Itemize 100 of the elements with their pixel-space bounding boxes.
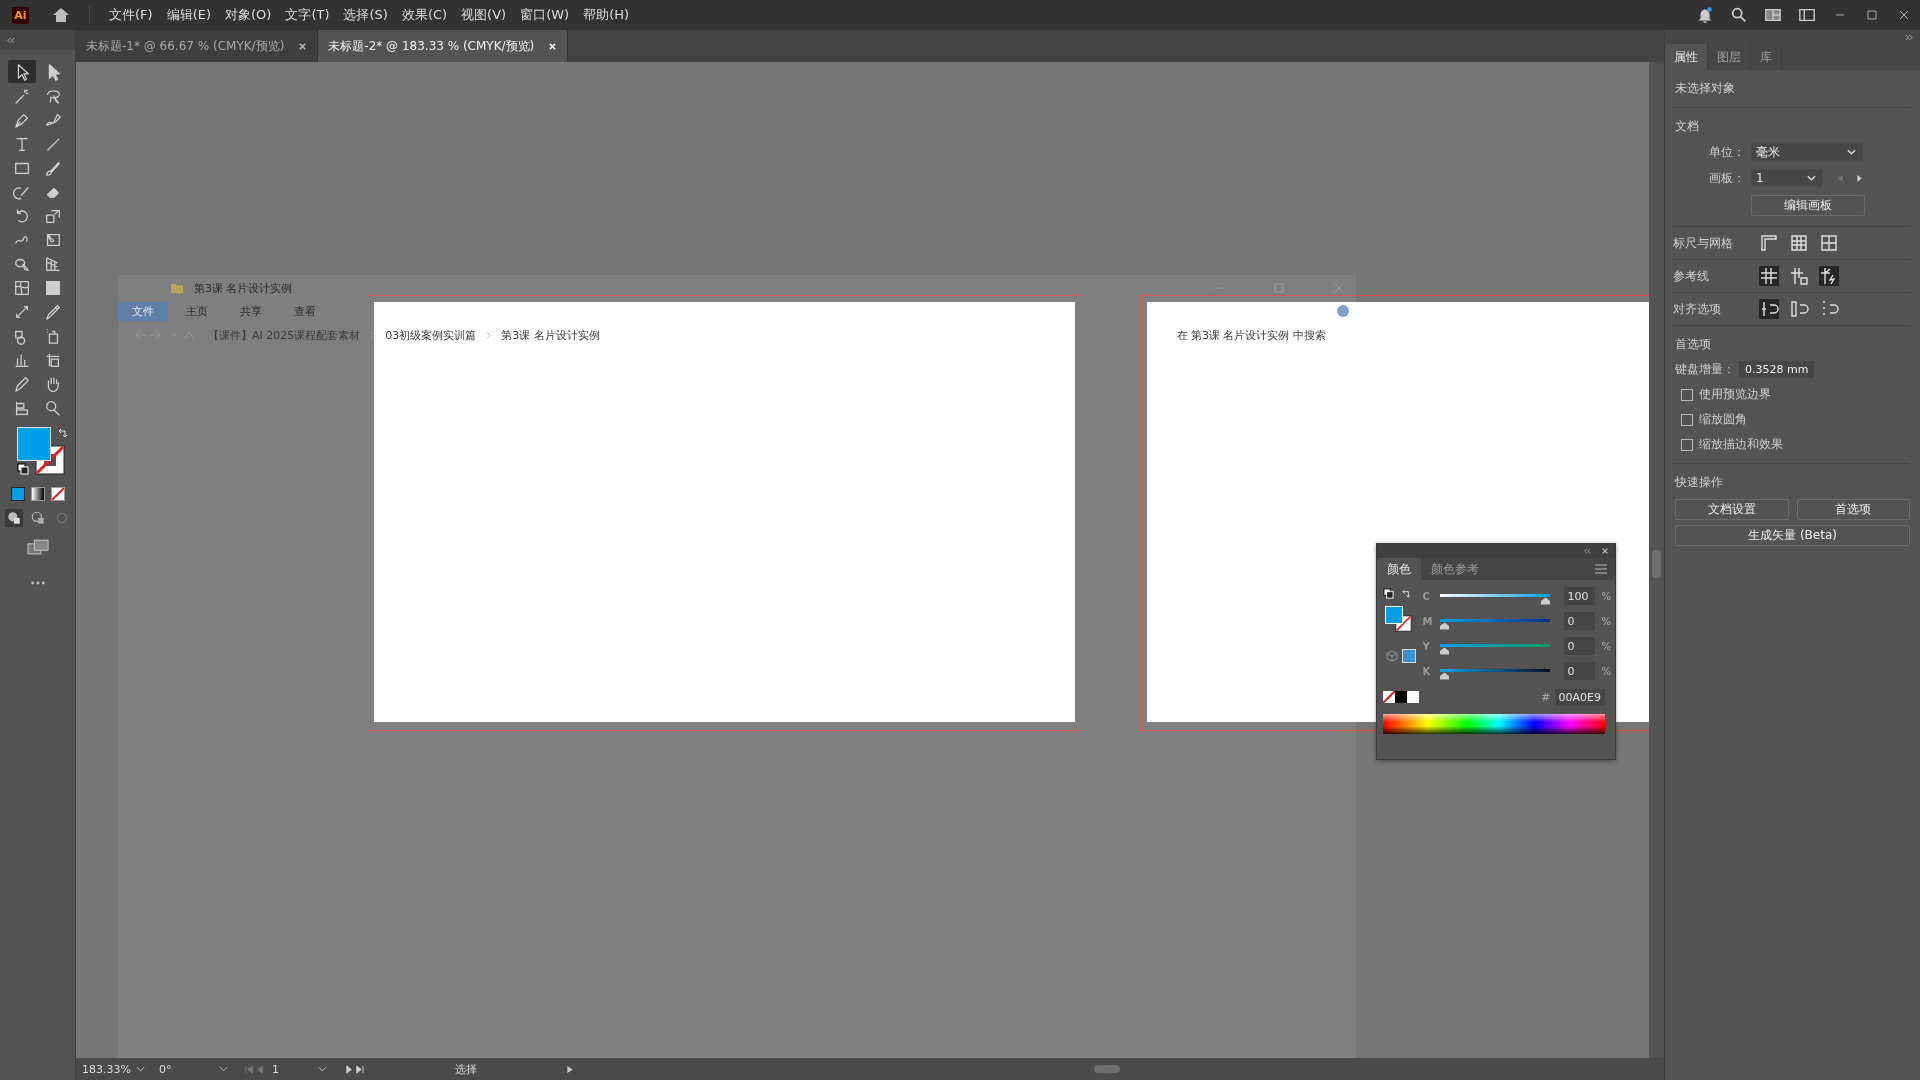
snap-point-icon[interactable] <box>1759 299 1779 319</box>
maximize-icon[interactable] <box>1864 7 1880 23</box>
guides-lock-icon[interactable] <box>1789 266 1809 286</box>
checkbox-label[interactable]: 缩放描边和效果 <box>1699 436 1783 453</box>
swap-arrow-icon[interactable] <box>56 427 69 439</box>
smart-guides-icon[interactable] <box>1819 266 1839 286</box>
search-field[interactable]: 在 第3课 名片设计实例 中搜索 <box>1176 327 1326 343</box>
menu-item[interactable]: 文件(F) <box>102 6 160 24</box>
ribbon-tab[interactable]: 主页 <box>172 301 222 321</box>
hex-field[interactable]: 00A0E9 <box>1554 688 1605 706</box>
default-colors-icon[interactable] <box>1383 588 1394 599</box>
menu-item[interactable]: 效果(C) <box>394 6 455 24</box>
dropdown-icon[interactable] <box>318 1066 327 1072</box>
chevron-down-icon <box>1847 149 1856 155</box>
default-colors-icon[interactable] <box>16 463 29 475</box>
menu-item[interactable]: 窗口(W) <box>513 6 577 24</box>
snap-pixel-icon[interactable] <box>1789 299 1809 319</box>
play-icon[interactable] <box>567 1064 573 1074</box>
dropdown-icon[interactable] <box>136 1066 145 1072</box>
artboard-field[interactable]: 1 <box>272 1062 312 1076</box>
channel-label: M <box>1422 615 1434 627</box>
grid-icon[interactable] <box>1789 233 1809 253</box>
home-icon[interactable] <box>51 5 71 25</box>
fill-swatch[interactable] <box>16 427 51 461</box>
document-tab[interactable]: 未标题-2* @ 183.33 % (CMYK/预览) <box>318 30 569 62</box>
menu-item[interactable]: 选择(S) <box>336 6 395 24</box>
checkbox-label[interactable]: 使用预览边界 <box>1699 386 1771 403</box>
guides-icon[interactable] <box>1759 266 1779 286</box>
ruler-corner-icon[interactable] <box>1759 233 1779 253</box>
keyboard-increment-field[interactable]: 0.3528 mm <box>1739 361 1815 378</box>
ribbon-tab[interactable]: 查看 <box>280 301 330 321</box>
collapse-icon[interactable] <box>1583 547 1591 555</box>
folder-icon <box>170 282 184 294</box>
workspace-layout-icon[interactable] <box>1764 6 1782 24</box>
cube-icon[interactable] <box>1386 650 1398 662</box>
web-color-swatch[interactable] <box>1402 649 1416 663</box>
draw-normal-icon[interactable] <box>4 509 23 527</box>
unit-dropdown[interactable]: 毫米 <box>1751 143 1863 161</box>
slider-thumb[interactable] <box>1440 622 1450 630</box>
checkbox-label[interactable]: 缩放圆角 <box>1699 411 1747 428</box>
chevron-icon <box>486 330 492 340</box>
more-icon[interactable] <box>29 580 46 586</box>
rotation-field[interactable]: 0° <box>159 1062 213 1076</box>
section-heading: 快速操作 <box>1675 474 1724 491</box>
menu-icon[interactable] <box>1595 564 1607 574</box>
next-icon[interactable] <box>1857 173 1863 183</box>
menu-item[interactable]: 帮助(H) <box>576 6 637 24</box>
slider-thumb[interactable] <box>1541 597 1551 605</box>
percent-unit: % <box>1601 640 1611 652</box>
menu-item[interactable]: 视图(V) <box>454 6 514 24</box>
checkbox[interactable] <box>1681 413 1693 426</box>
collapse-icon[interactable] <box>1904 33 1914 41</box>
ribbon-tab[interactable]: 文件 <box>118 301 168 321</box>
color-spectrum[interactable] <box>1383 714 1605 734</box>
edit-artboards-button[interactable]: 编辑画板 <box>1751 195 1865 216</box>
gradient-mode-button[interactable] <box>30 487 45 501</box>
close-icon[interactable] <box>1601 547 1609 555</box>
color-mode-button[interactable] <box>10 487 25 501</box>
help-icon[interactable] <box>1336 304 1350 318</box>
selection-tool[interactable] <box>8 60 36 83</box>
search-icon[interactable] <box>1730 6 1748 24</box>
close-icon[interactable] <box>298 41 308 51</box>
panel-layout-icon[interactable] <box>1798 6 1816 24</box>
app-logo[interactable]: Ai <box>12 6 29 24</box>
quick-action-button[interactable]: 生成矢量 (Beta) <box>1675 525 1910 546</box>
collapse-icon[interactable] <box>6 36 16 44</box>
panel-tab[interactable]: 图层 <box>1708 44 1751 70</box>
dropdown-icon[interactable] <box>219 1066 228 1072</box>
value-field[interactable]: 100 <box>1564 587 1596 605</box>
value-field[interactable]: 0 <box>1564 662 1596 680</box>
section-heading: 首选项 <box>1675 336 1712 353</box>
ribbon-tab[interactable]: 共享 <box>226 301 276 321</box>
eyedropper-icon <box>44 302 62 321</box>
document-tab[interactable]: 未标题-1* @ 66.67 % (CMYK/预览) <box>76 30 319 62</box>
panel-tab[interactable]: 属性 <box>1665 44 1708 70</box>
panel-tab[interactable]: 库 <box>1751 44 1782 70</box>
zoom-field[interactable]: 183.33% <box>82 1062 130 1076</box>
none-mode-button[interactable] <box>50 487 65 501</box>
menu-item[interactable]: 对象(O) <box>218 6 279 24</box>
quick-swatches-icon[interactable] <box>1383 691 1419 703</box>
field-label: 键盘增量： <box>1675 361 1735 378</box>
panel-tab[interactable]: 颜色 <box>1377 558 1421 580</box>
breadcrumb[interactable]: 第3课 名片设计实例 <box>501 327 600 343</box>
breadcrumb[interactable]: 03初级案例实训篇 <box>385 327 477 343</box>
value-field[interactable]: 0 <box>1564 612 1596 630</box>
menu-item[interactable]: 文字(T) <box>278 6 337 24</box>
quick-action-button[interactable]: 首选项 <box>1796 499 1910 520</box>
next-last-icon[interactable] <box>343 1064 365 1074</box>
channel-label: Y <box>1422 640 1431 652</box>
slider-thumb[interactable] <box>1440 672 1450 680</box>
slider-thumb[interactable] <box>1440 647 1450 655</box>
menu-item[interactable]: 编辑(E) <box>159 6 218 24</box>
value-field[interactable]: 0 <box>1564 637 1596 655</box>
screen-mode-icon[interactable] <box>26 539 49 556</box>
checkbox[interactable] <box>1681 388 1693 401</box>
artboard-dropdown[interactable]: 1 <box>1751 169 1823 187</box>
checkbox[interactable] <box>1681 438 1693 451</box>
current-tool-label[interactable]: 选择 <box>371 1061 561 1077</box>
quick-action-button[interactable]: 文档设置 <box>1675 499 1789 520</box>
swap-arrow-icon[interactable] <box>1401 588 1412 599</box>
